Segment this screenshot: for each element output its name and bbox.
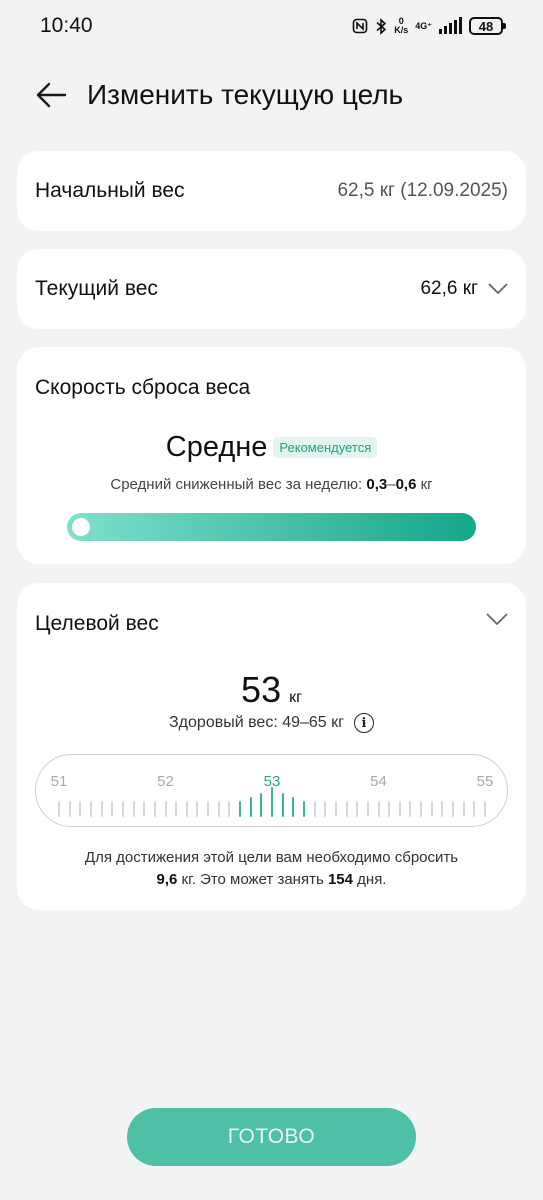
ruler-tick: [356, 801, 359, 817]
ruler-tick: [473, 801, 476, 817]
ruler-tick: [260, 793, 263, 817]
ruler-tick: [175, 801, 178, 817]
chevron-down-icon: [488, 283, 508, 294]
ruler-tick: [313, 801, 316, 817]
status-bar: 10:40 0 K/s 4G⁺ 48: [0, 0, 543, 52]
healthy-weight-row: Здоровый вес: 49–65 кг i: [17, 713, 526, 733]
signal-icon: [439, 17, 462, 34]
ruler-tick: [484, 801, 486, 817]
target-weight-title: Целевой вес: [35, 612, 159, 635]
target-weight-card: Целевой вес 53 кг Здоровый вес: 49–65 кг…: [17, 583, 526, 910]
ruler-tick: [196, 801, 199, 817]
ruler-tick: [143, 801, 146, 817]
ruler-label: 54: [370, 773, 387, 790]
ruler-tick: [58, 801, 60, 817]
ruler-tick: [281, 793, 284, 817]
loss-speed-description: Средний сниженный вес за неделю: 0,3–0,6…: [110, 476, 433, 493]
target-weight-ruler[interactable]: 51 52 53 54 55: [35, 754, 508, 827]
ruler-tick: [324, 801, 327, 817]
ruler-tick: [334, 801, 337, 817]
ruler-tick: [111, 801, 114, 817]
ruler-tick: [164, 801, 167, 817]
healthy-weight-label: Здоровый вес: 49–65 кг: [169, 714, 344, 731]
status-icons: 0 K/s 4G⁺ 48: [352, 16, 506, 35]
network-type: 4G⁺: [415, 21, 432, 31]
loss-speed-level: Средне: [165, 431, 268, 463]
ruler-tick: [366, 801, 369, 817]
ruler-tick: [452, 801, 455, 817]
start-weight-label: Начальный вес: [35, 179, 185, 202]
ruler-tick: [68, 801, 71, 817]
current-weight-card[interactable]: Текущий вес 62,6 кг: [17, 249, 526, 329]
ruler-tick: [121, 801, 124, 817]
status-time: 10:40: [40, 14, 93, 37]
ruler-tick: [462, 801, 465, 817]
ruler-tick: [441, 801, 444, 817]
current-weight-selector[interactable]: 62,6 кг: [420, 278, 508, 300]
loss-speed-card: Скорость сброса веса Средне Рекомендуетс…: [17, 347, 526, 564]
chevron-down-icon[interactable]: [486, 613, 508, 627]
bluetooth-icon: [375, 17, 387, 35]
info-icon[interactable]: i: [353, 713, 374, 733]
current-weight-value: 62,6 кг: [420, 278, 478, 299]
ruler-tick: [100, 801, 103, 817]
ruler-tick: [79, 801, 82, 817]
start-weight-value: 62,5 кг (12.09.2025): [337, 180, 508, 201]
ruler-label: 51: [50, 773, 68, 790]
network-speed: 0 K/s: [394, 16, 409, 35]
ruler-tick: [388, 801, 391, 817]
ruler-tick: [239, 801, 242, 817]
ruler-tick: [271, 787, 273, 817]
ruler-tick: [345, 801, 348, 817]
target-weight-note: Для достижения этой цели вам необходимо …: [84, 849, 459, 888]
ruler-tick: [89, 801, 92, 817]
battery-icon: 48: [469, 17, 506, 35]
done-button[interactable]: ГОТОВО: [127, 1108, 416, 1166]
ruler-tick: [398, 801, 401, 817]
ruler-tick: [249, 797, 252, 817]
page-title: Изменить текущую цель: [87, 79, 404, 110]
ruler-tick: [207, 801, 210, 817]
target-weight-display: 53 кг: [17, 669, 526, 711]
ruler-tick: [420, 801, 423, 817]
battery-level: 48: [478, 18, 494, 34]
arrow-left-icon: [36, 82, 67, 108]
ruler-tick: [409, 801, 412, 817]
ruler-tick: [292, 797, 295, 817]
start-weight-card: Начальный вес 62,5 кг (12.09.2025): [17, 151, 526, 231]
current-weight-label: Текущий вес: [35, 277, 158, 300]
loss-speed-title: Скорость сброса веса: [35, 376, 251, 399]
ruler-tick: [430, 801, 433, 817]
ruler-tick: [132, 801, 135, 817]
page-header: Изменить текущую цель: [0, 70, 543, 120]
ruler-tick: [377, 801, 380, 817]
back-button[interactable]: [34, 80, 68, 110]
nfc-icon: [352, 18, 368, 34]
ruler-tick: [185, 801, 188, 817]
ruler-label: 55: [476, 773, 494, 790]
target-weight-value: 53: [241, 669, 282, 710]
recommended-badge: Рекомендуется: [273, 437, 378, 458]
loss-speed-slider[interactable]: [67, 513, 476, 541]
loss-speed-level-row: Средне Рекомендуется: [17, 431, 526, 464]
ruler-tick: [153, 801, 156, 817]
ruler-tick: [228, 801, 231, 817]
ruler-tick: [302, 801, 305, 817]
slider-thumb[interactable]: [72, 518, 90, 536]
ruler-tick: [217, 801, 220, 817]
ruler-label: 52: [157, 773, 174, 790]
target-weight-unit: кг: [289, 689, 302, 706]
